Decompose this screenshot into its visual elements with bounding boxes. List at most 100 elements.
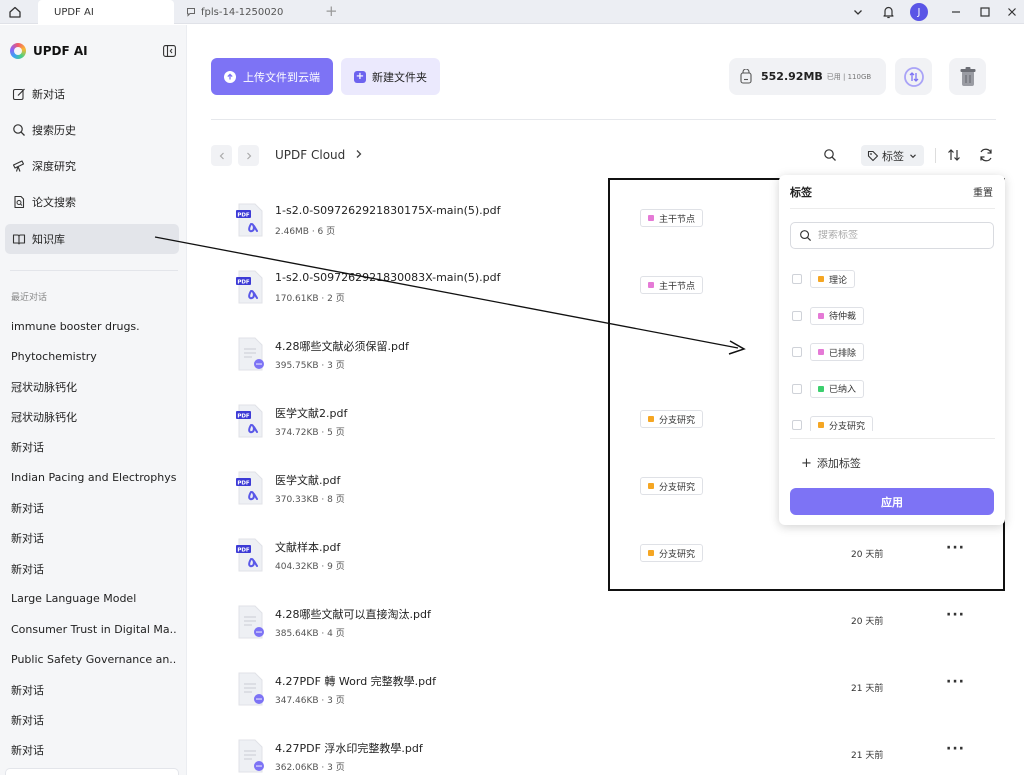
sidebar-bottom-panel [5,768,179,775]
tag-checkbox[interactable] [792,383,802,394]
tag-option[interactable]: 已纳入 [790,379,995,399]
new-tab-button[interactable]: + [325,2,338,20]
doc-search-icon [14,195,25,209]
tab-document[interactable]: fpls-14-1250020 [182,0,312,24]
recent-chat-item[interactable]: Consumer Trust in Digital Ma... [0,614,176,644]
more-options-icon[interactable]: ··· [946,607,965,623]
recent-chat-item[interactable]: 新对话 [0,523,176,553]
tag-filter-button[interactable]: 标签 [861,145,924,166]
sidebar-item-label: 搜索历史 [32,124,76,137]
more-options-icon[interactable]: ··· [946,741,965,757]
tag-option[interactable]: 分支研究 [790,415,995,431]
tag-checkbox[interactable] [792,347,802,357]
telescope-icon [12,160,25,172]
recent-chat-item[interactable]: 新对话 [0,705,176,735]
tab-updf-ai[interactable]: UPDF AI [38,0,174,24]
sidebar-item-label: 论文搜索 [32,196,76,209]
svg-text:PDF: PDF [237,212,250,218]
divider [10,270,178,271]
storage-indicator[interactable]: 552.92MB 已用 | 110GB [729,58,886,95]
svg-text:PDF: PDF [237,279,250,285]
tag-icon [867,150,879,161]
minimize-icon[interactable] [948,4,964,20]
pdf-file-icon: PDF [236,471,264,505]
file-name: 4.28哪些文献可以直接淘汰.pdf [275,608,431,621]
back-button[interactable] [211,145,232,166]
close-icon[interactable] [1004,4,1020,20]
tag-option[interactable]: 待仲裁 [790,306,995,326]
tag-checkbox[interactable] [792,310,802,321]
apply-button[interactable]: 应用 [790,488,994,515]
recent-chat-item[interactable]: 冠状动脉钙化 [0,402,176,432]
maximize-icon[interactable] [977,4,993,20]
file-meta: 362.06KB · 3 页 [275,763,345,773]
recent-chat-item[interactable]: 冠状动脉钙化 [0,372,176,402]
pdf-file-icon: PDF [236,404,264,438]
file-meta: 374.72KB · 5 页 [275,428,345,438]
recent-section-label: 最近对话 [11,293,48,303]
recent-chat-item[interactable]: immune booster drugs. [0,311,176,341]
tab-label: fpls-14-1250020 [201,6,284,18]
home-icon[interactable] [6,3,24,21]
recent-chat-item[interactable]: Large Language Model [0,584,176,614]
refresh-icon[interactable] [978,147,994,163]
recent-chat-item[interactable]: Public Safety Governance an... [0,644,176,674]
tag-chip: 理论 [810,270,856,288]
sidebar-collapse-icon[interactable] [163,45,176,57]
chevron-right-icon [246,152,251,159]
title-bar: UPDF AI fpls-14-1250020 + J [0,0,1024,24]
plus-icon: + [354,70,366,83]
forward-button[interactable] [238,145,259,166]
tag-filter-dropdown: 标签 重置 理论待仲裁已排除已纳入分支研究 + 添加标签 应用 [779,175,1005,525]
sync-icon[interactable] [895,58,932,95]
recent-chat-item[interactable]: Phytochemistry [0,341,176,371]
storage-icon [740,68,752,84]
chevron-right-icon [355,148,363,162]
more-options-icon[interactable]: ··· [946,674,965,690]
search-icon [800,230,812,242]
file-row[interactable]: 4.27PDF 浮水印完整教學.pdf 362.06KB · 3 页 21 天前 ··… [188,729,1024,775]
sidebar-item-knowledge-base[interactable]: 知识库 [5,224,179,254]
svg-text:PDF: PDF [237,480,250,486]
tag-option[interactable]: 已排除 [790,342,995,362]
file-meta: 2.46MB · 6 页 [275,227,336,237]
recent-chat-item[interactable]: Indian Pacing and Electrophysiology... [0,462,176,492]
recent-chat-item[interactable]: 新对话 [0,735,176,765]
upload-to-cloud-button[interactable]: 上传文件到云端 [211,58,333,95]
new-folder-button[interactable]: + 新建文件夹 [341,58,440,95]
upload-icon [224,70,236,83]
trash-icon[interactable] [949,58,986,95]
sidebar-item-paper-search[interactable]: 论文搜索 [5,187,179,217]
bell-icon[interactable] [880,4,896,20]
recent-chat-item[interactable]: 新对话 [0,675,176,705]
search-icon[interactable] [823,148,837,162]
add-tag-button[interactable]: + 添加标签 [801,455,861,471]
file-name: 1-s2.0-S097262921830083X-main(5).pdf [275,271,501,284]
sidebar-item-search-history[interactable]: 搜索历史 [5,115,179,145]
file-meta: 395.75KB · 3 页 [275,361,345,371]
document-file-icon [236,672,264,706]
new-folder-label: 新建文件夹 [372,70,427,84]
brand-name: UPDF AI [33,44,88,58]
avatar[interactable]: J [910,3,928,21]
file-row[interactable]: 4.28哪些文献可以直接淘汰.pdf 385.64KB · 4 页 20 天前 ··· [188,595,1024,662]
svg-text:PDF: PDF [237,547,250,553]
upload-label: 上传文件到云端 [243,70,320,84]
sort-icon[interactable] [946,147,962,163]
recent-chat-item[interactable]: 新对话 [0,553,176,583]
tag-checkbox[interactable] [792,274,802,284]
sidebar-item-new-chat[interactable]: 新对话 [5,79,179,109]
reset-button[interactable]: 重置 [973,184,993,199]
recent-chat-item[interactable]: 新对话 [0,432,176,462]
divider [790,208,995,209]
recent-chat-item[interactable]: 新对话 [0,493,176,523]
sidebar-item-label: 新对话 [32,88,65,101]
tag-checkbox[interactable] [792,420,802,430]
chevron-down-icon[interactable] [850,4,866,20]
tag-option[interactable]: 理论 [790,269,995,289]
breadcrumb-root[interactable]: UPDF Cloud [275,148,345,162]
file-row[interactable]: 4.27PDF 轉 Word 完整教學.pdf 347.46KB · 3 页 21 … [188,662,1024,729]
tag-search-input[interactable] [818,230,978,241]
sidebar-item-deep-research[interactable]: 深度研究 [5,151,179,181]
brand: UPDF AI [10,43,88,59]
